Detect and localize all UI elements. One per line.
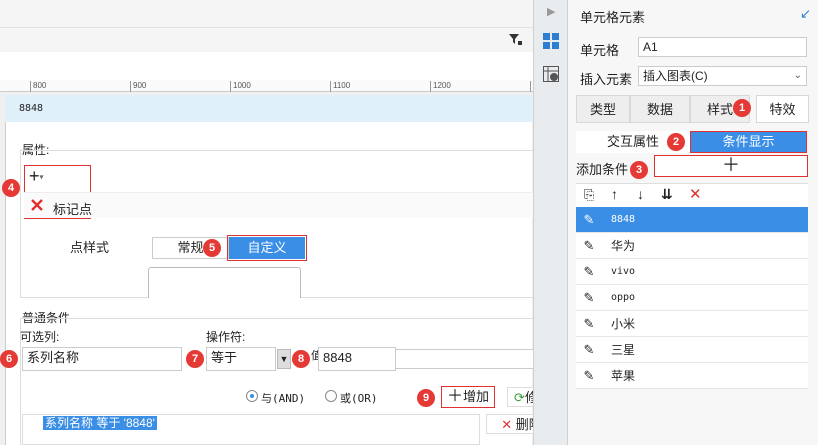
sheet-area — [0, 52, 533, 80]
close-icon: ✕ — [501, 417, 513, 432]
condition-item[interactable]: ✎ vivo — [576, 259, 808, 285]
delete-icon[interactable]: ✕ — [689, 185, 702, 203]
arrow-up-icon[interactable]: ↑ — [611, 186, 618, 202]
step-badge: 5 — [203, 239, 221, 257]
step-badge: 7 — [186, 350, 204, 368]
step-badge: 8 — [292, 350, 310, 368]
edit-icon: ⟳ — [514, 390, 525, 405]
editor-toolbar — [0, 0, 533, 52]
condition-item[interactable]: ✎ 8848 — [576, 207, 808, 233]
cell-element-icon[interactable] — [543, 33, 559, 49]
subtab-condition-display[interactable]: 条件显示 — [690, 131, 807, 153]
cell-input[interactable]: A1 — [638, 37, 807, 57]
move-bottom-icon[interactable]: ⇊ — [661, 186, 673, 203]
insert-element-select[interactable]: 插入图表(C) ⌄ — [638, 66, 807, 86]
chevron-down-icon: ⌄ — [793, 70, 802, 81]
chevron-right-icon[interactable]: ▶ — [547, 5, 555, 18]
side-icon-strip: ▶ — [533, 0, 568, 445]
or-label: 或(OR) — [340, 392, 378, 405]
dialog-title: 8848 — [5, 95, 532, 122]
and-radio[interactable] — [246, 390, 258, 402]
plus-icon: ＋ — [722, 155, 740, 175]
pencil-icon[interactable]: ✎ — [576, 233, 602, 259]
pencil-icon[interactable]: ✎ — [576, 337, 602, 363]
panel-title: 单元格元素 — [580, 10, 646, 25]
pencil-icon[interactable]: ✎ — [576, 285, 602, 311]
tab-data[interactable]: 数据 — [630, 95, 690, 123]
optional-column-label: 可选列: — [20, 330, 60, 344]
step-badge: 6 — [0, 350, 18, 368]
ruler: 800 900 1000 1100 1200 1300 — [0, 80, 551, 92]
add-condition-label: 添加条件 — [576, 162, 629, 177]
pencil-icon[interactable]: ✎ — [576, 363, 602, 389]
and-label: 与(AND) — [261, 392, 306, 405]
condition-item[interactable]: ✎ oppo — [576, 285, 808, 311]
condition-item[interactable]: ✎ 小米 — [576, 311, 808, 337]
pencil-icon[interactable]: ✎ — [576, 207, 602, 233]
tab-effect[interactable]: 特效 — [756, 95, 809, 123]
insert-element-value: 插入图表(C) — [643, 69, 708, 83]
chevron-down-icon: ▾ — [39, 172, 44, 182]
ruler-tick: 1100 — [330, 81, 350, 92]
tab-type[interactable]: 类型 — [576, 95, 630, 123]
step-badge: 3 — [630, 161, 648, 179]
condition-item[interactable]: ✎ 苹果 — [576, 363, 808, 389]
plus-icon: ＋ — [446, 388, 463, 405]
highlight-box — [227, 235, 307, 261]
add-condition-button[interactable]: ＋增加 — [441, 386, 495, 408]
operator-label: 操作符: — [206, 330, 246, 344]
step-badge: 4 — [2, 179, 20, 197]
ruler-tick: 1000 — [230, 81, 251, 92]
insert-element-label: 插入元素 — [580, 72, 633, 87]
add-attribute-button[interactable]: +▾ — [29, 166, 57, 186]
condition-list[interactable]: 系列名称 等于 '8848' — [22, 414, 480, 445]
chevron-down-icon[interactable]: ▼ — [277, 349, 291, 369]
collapse-arrow-icon[interactable]: ↙ — [800, 6, 811, 22]
cell-attribute-icon[interactable] — [543, 66, 559, 82]
style-preview-box — [148, 267, 301, 298]
ruler-tick: 800 — [30, 81, 46, 92]
step-badge: 1 — [733, 99, 751, 117]
optional-column-select[interactable]: 系列名称 — [22, 347, 182, 371]
marker-item-label: 标记点 — [53, 202, 93, 217]
copy-icon[interactable]: ⎘ — [584, 187, 594, 203]
point-style-label: 点样式 — [70, 240, 110, 255]
pencil-icon[interactable]: ✎ — [576, 259, 602, 285]
step-badge: 9 — [417, 389, 435, 407]
condition-item[interactable]: ✎ 华为 — [576, 233, 808, 259]
filter-icon[interactable] — [508, 32, 522, 46]
pencil-icon[interactable]: ✎ — [576, 311, 602, 337]
add-condition-plus-button[interactable]: ＋ — [654, 155, 808, 177]
ruler-tick: 900 — [130, 81, 146, 92]
value-input[interactable]: 8848 — [318, 347, 396, 371]
close-icon[interactable] — [30, 198, 44, 212]
ruler-tick: 1200 — [430, 81, 451, 92]
cell-label: 单元格 — [580, 43, 620, 58]
plus-icon: + — [29, 166, 40, 186]
attribute-row[interactable] — [24, 192, 540, 218]
operator-value: 等于 — [211, 350, 238, 365]
condition-toolbar: ⎘ ↑ ↓ ⇊ ✕ — [576, 183, 808, 207]
add-button-label: 增加 — [463, 389, 490, 404]
or-radio[interactable] — [325, 390, 337, 402]
condition-item[interactable]: ✎ 三星 — [576, 337, 808, 363]
step-badge: 2 — [667, 133, 685, 151]
operator-select[interactable]: 等于 — [206, 347, 276, 371]
condition-expression[interactable]: 系列名称 等于 '8848' — [43, 416, 157, 430]
arrow-down-icon[interactable]: ↓ — [637, 186, 644, 202]
